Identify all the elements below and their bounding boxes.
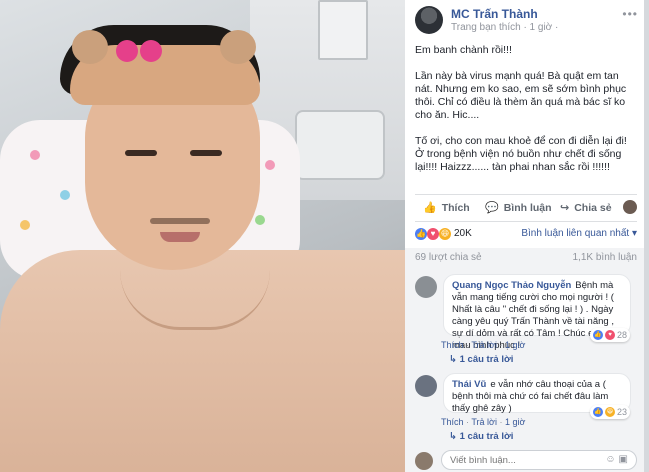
commenter-name[interactable]: Thái Vũ [452,379,486,390]
comment-like-link[interactable]: Thích [441,340,464,350]
view-replies-link[interactable]: ↳ 1 câu trả lời [449,354,513,365]
share-label: Chia sẻ [574,201,612,214]
comment-icon: 💬 [485,202,499,214]
comment-time: 1 giờ [504,340,526,350]
comment-reactions[interactable]: 👍 ♥ 28 [589,328,630,342]
pillow-dot [20,220,30,230]
current-user-avatar [415,452,433,470]
reply-count: 1 câu trả lời [459,354,514,365]
share-as-avatar[interactable] [623,200,637,214]
share-icon: ↪ [560,202,570,214]
like-button[interactable]: 👍 Thích [423,201,470,215]
comment-sort-dropdown[interactable]: Bình luận liên quan nhất ▾ [521,228,637,239]
pillow-dot [30,150,40,160]
comment-like-link[interactable]: Thích [441,417,464,427]
love-reaction-icon: ♥ [604,330,615,340]
pillow-dot [255,215,265,225]
photo-mustache [150,218,210,224]
post-paragraph: Tố ơi, cho con mau khoẻ để con đi diễn l… [415,135,627,173]
share-button[interactable]: ↪ Chia sẻ [560,201,612,215]
thumbs-up-icon: 👍 [423,202,437,214]
author-name[interactable]: MC Trấn Thành [451,7,538,21]
love-reaction-icon: ♥ [427,228,439,240]
dot-separator: · [499,417,503,427]
dot-separator: · [499,340,503,350]
comment-reaction-count: 28 [616,330,627,340]
haha-reaction-icon: 😆 [439,228,451,240]
reply-arrow-icon: ↳ [449,354,460,365]
photo-mouth [160,232,200,242]
like-reaction-icon: 👍 [592,407,603,417]
scrollbar[interactable] [644,0,649,472]
comment-links: Thích · Trả lời · 1 giờ [441,340,525,350]
comment-count[interactable]: 1,1K bình luận [573,252,638,263]
commenter-name[interactable]: Quang Ngọc Thảo Nguyễn [452,280,571,291]
commenter-avatar[interactable] [415,276,437,298]
share-count[interactable]: 69 lượt chia sẻ [415,252,482,263]
comment-reaction-count: 23 [616,407,627,417]
photo-wall-device [318,0,368,60]
comment-reactions[interactable]: 👍 😆 23 [589,405,630,419]
reaction-count: 20K [454,228,472,239]
like-reaction-icon: 👍 [592,330,603,340]
dot-separator: · [466,417,470,427]
photo-bear-ear [72,30,108,64]
write-comment: ☺▣ [415,450,637,470]
divider [415,221,637,222]
pillow-dot [60,190,70,200]
camera-icon[interactable]: ▣ [619,454,631,465]
view-replies-link[interactable]: ↳ 1 câu trả lời [449,431,513,442]
post-actions: 👍 Thích 💬 Bình luận ↪ Chia sẻ [415,198,637,218]
post-paragraph: Lần này bà virus mạnh quá! Bà quật em ta… [415,70,627,121]
comment-button[interactable]: 💬 Bình luận [485,201,552,215]
photo-eye [125,150,157,156]
comment-reply-link[interactable]: Trả lời [471,417,497,427]
emoji-icon[interactable]: ☺ [605,454,618,465]
post-panel: MC Trấn Thành Trang bạn thích · 1 giờ · … [405,0,649,472]
comment-bubble: Quang Ngọc Thảo Nguyễn Bệnh mà vẫn mang t… [443,274,631,351]
like-reaction-icon: 👍 [415,228,427,240]
comment-label: Bình luận [503,201,552,214]
dot-separator: · [466,340,470,350]
photo-bear-ear [220,30,256,64]
photo-phone [295,110,385,180]
reply-count: 1 câu trả lời [459,431,514,442]
post-meta: Trang bạn thích · 1 giờ · [451,22,559,33]
post-paragraph: Em banh chành rồi!!! [415,44,512,56]
author-avatar[interactable] [415,6,443,34]
divider [415,194,637,195]
comment-bubble: Thái Vũ e vẫn nhớ câu thoại của a ( bệnh … [443,373,631,419]
comment-tools: ☺▣ [605,454,631,465]
post-photo[interactable] [0,0,405,472]
photo-eye [190,150,222,156]
post-body: Em banh chành rồi!!! Lần này bà virus mạ… [415,44,637,187]
reaction-summary[interactable]: 👍 ♥ 😆 20K Bình luận liên quan nhất ▾ [415,226,637,242]
comment-time: 1 giờ [504,417,526,427]
post-header: MC Trấn Thành Trang bạn thích · 1 giờ · … [415,5,640,35]
comment-reply-link[interactable]: Trả lời [471,340,497,350]
reply-arrow-icon: ↳ [449,431,460,442]
ellipsis-icon[interactable]: ••• [622,7,638,21]
like-label: Thích [441,201,470,214]
pillow-dot [265,160,275,170]
photo-pink-bow [116,40,162,62]
commenter-avatar[interactable] [415,375,437,397]
haha-reaction-icon: 😆 [604,407,615,417]
comment-links: Thích · Trả lời · 1 giờ [441,417,525,427]
